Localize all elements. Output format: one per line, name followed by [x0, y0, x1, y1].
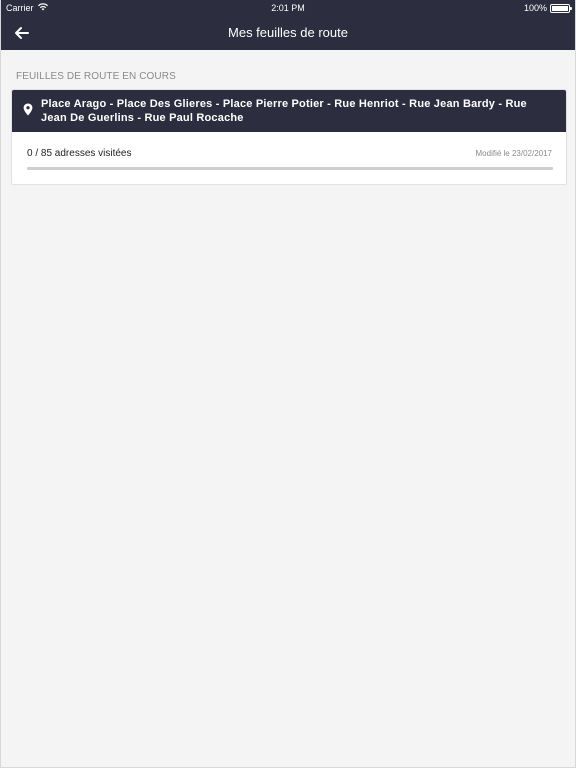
page-title: Mes feuilles de route: [228, 25, 348, 40]
route-title: Place Arago - Place Des Glieres - Place …: [41, 98, 527, 124]
battery-icon: [550, 3, 572, 13]
app-screen: Carrier 2:01 PM 100% Mes feuilles de rou…: [0, 0, 576, 768]
route-card-header[interactable]: Place Arago - Place Des Glieres - Place …: [12, 90, 566, 132]
section-header: FEUILLES DE ROUTE EN COURS: [16, 71, 176, 82]
battery-percent: 100%: [523, 3, 547, 13]
status-time: 2:01 PM: [271, 3, 305, 13]
navigation-bar: Mes feuilles de route: [1, 16, 575, 50]
modified-date: Modifié le 23/02/2017: [475, 149, 553, 158]
visited-count: 0 / 85 adresses visitées: [27, 148, 132, 159]
battery-level: [552, 5, 568, 11]
map-pin-icon: [23, 103, 33, 116]
route-card[interactable]: Place Arago - Place Des Glieres - Place …: [11, 89, 567, 185]
status-right: 100%: [523, 0, 572, 16]
progress-bar: [27, 167, 553, 170]
status-bar: Carrier 2:01 PM 100%: [1, 0, 575, 16]
